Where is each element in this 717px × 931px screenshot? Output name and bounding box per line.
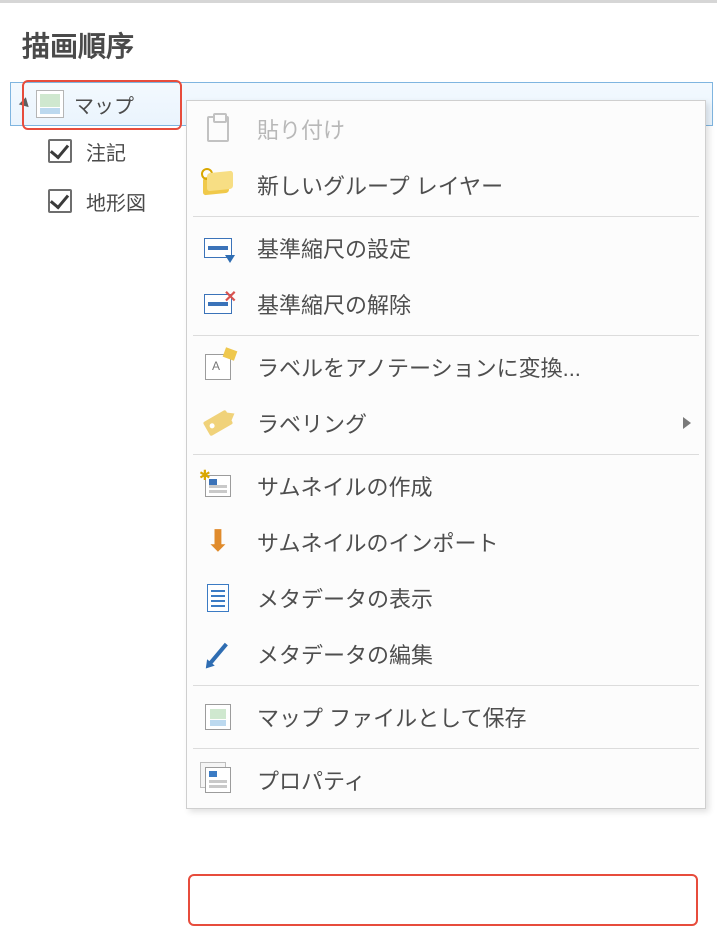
menu-item-label: メタデータの編集 bbox=[257, 638, 691, 670]
menu-item-labeling[interactable]: ラベリング bbox=[187, 395, 705, 451]
tree-node-label: 地形図 bbox=[86, 187, 146, 216]
menu-separator bbox=[193, 335, 699, 336]
menu-item-label: サムネイルのインポート bbox=[257, 526, 691, 558]
tree-node-label: マップ bbox=[74, 90, 134, 119]
menu-item-label: メタデータの表示 bbox=[257, 582, 691, 614]
menu-item-clear-reference-scale[interactable]: ✕ 基準縮尺の解除 bbox=[187, 276, 705, 332]
menu-item-edit-metadata[interactable]: メタデータの編集 bbox=[187, 626, 705, 682]
menu-separator bbox=[193, 685, 699, 686]
menu-item-set-reference-scale[interactable]: 基準縮尺の設定 bbox=[187, 220, 705, 276]
menu-separator bbox=[193, 748, 699, 749]
reference-scale-icon bbox=[201, 231, 235, 265]
layer-visibility-checkbox[interactable] bbox=[48, 139, 72, 163]
menu-item-label: マップ ファイルとして保存 bbox=[257, 701, 691, 733]
properties-icon bbox=[201, 763, 235, 797]
menu-separator bbox=[193, 454, 699, 455]
labeling-icon bbox=[201, 406, 235, 440]
import-thumbnail-icon: ⬇ bbox=[201, 525, 235, 559]
menu-item-paste: 貼り付け bbox=[187, 101, 705, 157]
menu-item-label: 基準縮尺の設定 bbox=[257, 232, 691, 264]
menu-item-create-thumbnail[interactable]: ✱ サムネイルの作成 bbox=[187, 458, 705, 514]
menu-item-label: ラベリング bbox=[257, 407, 683, 439]
menu-item-label: ラベルをアノテーションに変換... bbox=[257, 351, 691, 383]
annotation-icon bbox=[201, 350, 235, 384]
menu-item-new-group-layer[interactable]: 新しいグループ レイヤー bbox=[187, 157, 705, 213]
menu-item-label: 貼り付け bbox=[257, 113, 691, 145]
panel-title: 描画順序 bbox=[22, 25, 134, 65]
save-map-file-icon bbox=[201, 700, 235, 734]
menu-item-labels-to-annotation[interactable]: ラベルをアノテーションに変換... bbox=[187, 339, 705, 395]
map-icon bbox=[36, 90, 64, 118]
group-layer-icon bbox=[201, 168, 235, 202]
menu-item-label: 新しいグループ レイヤー bbox=[257, 169, 691, 201]
menu-item-view-metadata[interactable]: メタデータの表示 bbox=[187, 570, 705, 626]
menu-item-save-as-map-file[interactable]: マップ ファイルとして保存 bbox=[187, 689, 705, 745]
menu-item-label: 基準縮尺の解除 bbox=[257, 288, 691, 320]
edit-metadata-icon bbox=[201, 637, 235, 671]
menu-item-label: プロパティ bbox=[257, 764, 691, 796]
menu-separator bbox=[193, 216, 699, 217]
expand-collapse-icon[interactable] bbox=[19, 97, 32, 110]
callout-highlight-properties bbox=[188, 874, 698, 926]
menu-item-import-thumbnail[interactable]: ⬇ サムネイルのインポート bbox=[187, 514, 705, 570]
view-metadata-icon bbox=[201, 581, 235, 615]
menu-item-properties[interactable]: プロパティ bbox=[187, 752, 705, 808]
panel-top-border bbox=[0, 0, 717, 3]
create-thumbnail-icon: ✱ bbox=[201, 469, 235, 503]
tree-node-label: 注記 bbox=[86, 137, 126, 166]
paste-icon bbox=[201, 112, 235, 146]
layer-visibility-checkbox[interactable] bbox=[48, 189, 72, 213]
menu-item-label: サムネイルの作成 bbox=[257, 470, 691, 502]
clear-reference-scale-icon: ✕ bbox=[201, 287, 235, 321]
context-menu: 貼り付け 新しいグループ レイヤー 基準縮尺の設定 ✕ 基準縮尺の解除 ラベルを… bbox=[186, 100, 706, 809]
submenu-arrow-icon bbox=[683, 417, 691, 429]
